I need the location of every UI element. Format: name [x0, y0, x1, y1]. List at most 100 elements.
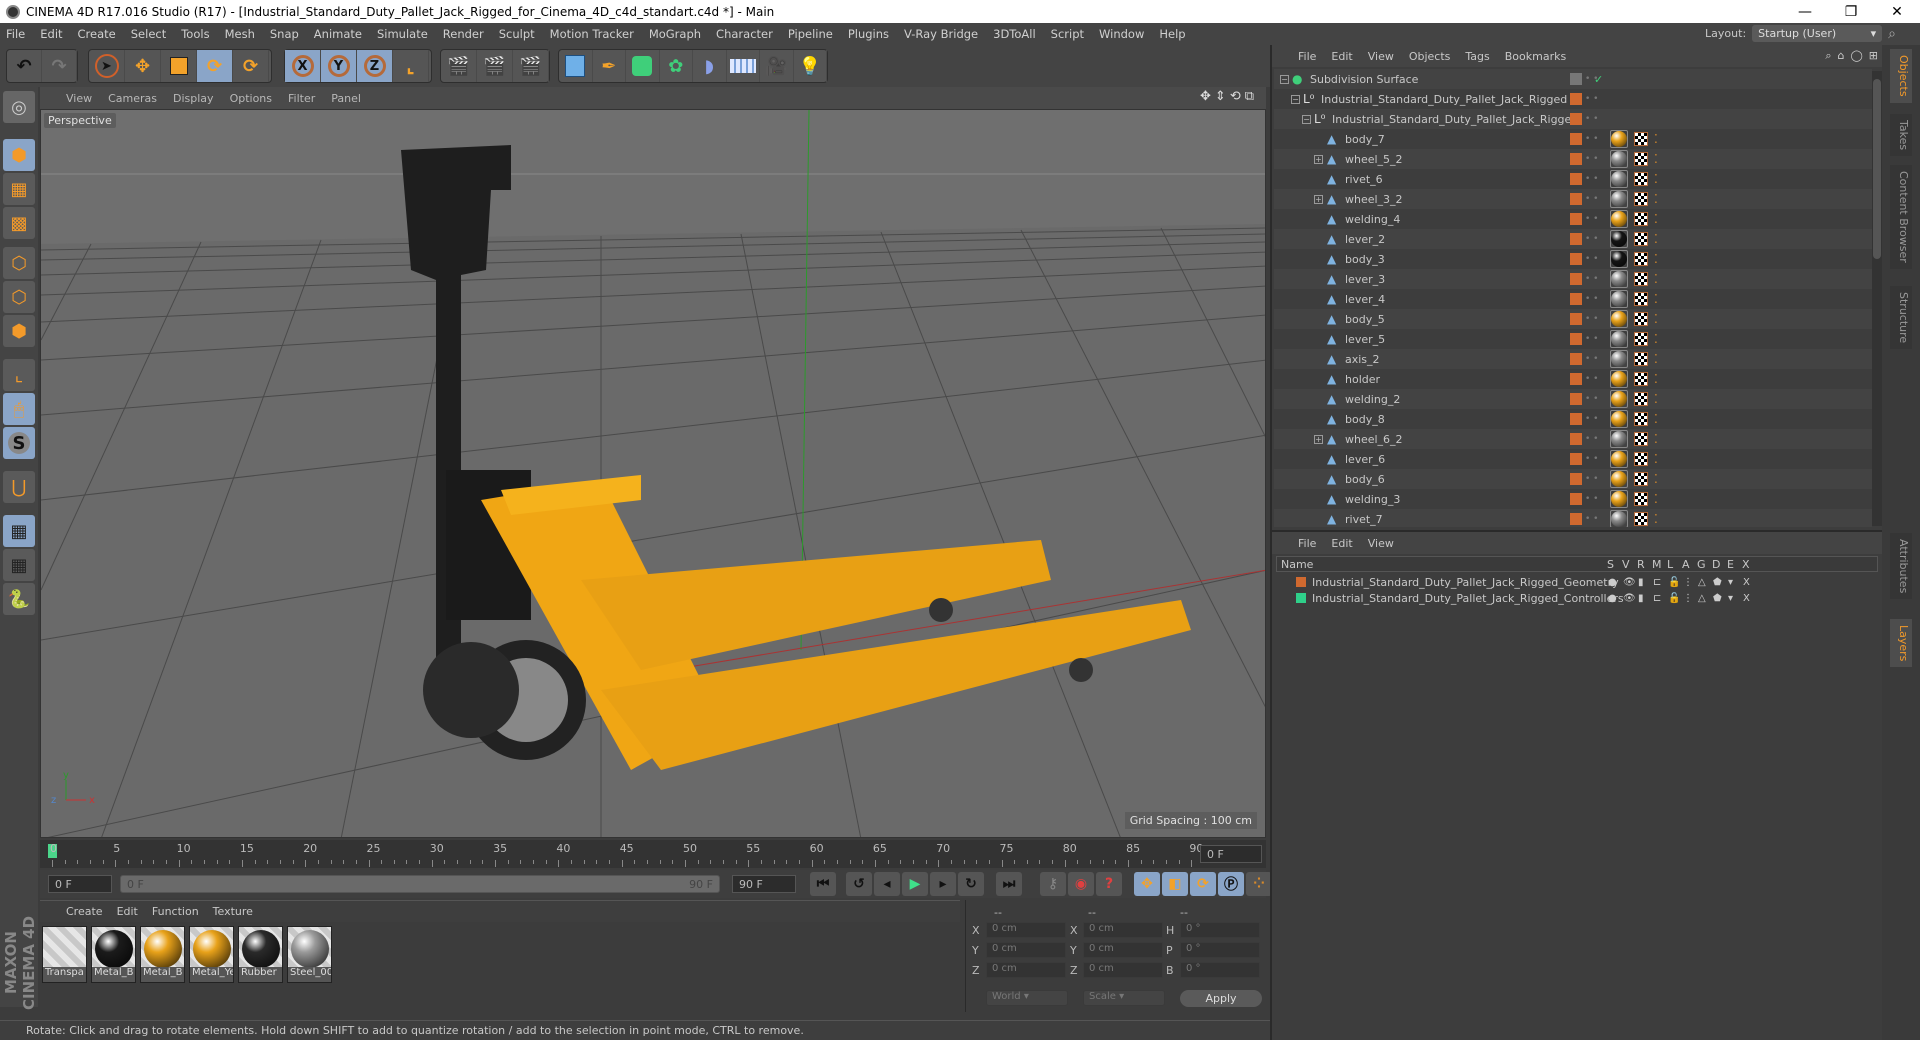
uvw-tag-icon[interactable] [1634, 272, 1648, 286]
layer-column-e[interactable]: E [1727, 558, 1734, 571]
object-name[interactable]: Subdivision Surface [1310, 73, 1418, 86]
layer-menu-view[interactable]: View [1368, 537, 1394, 550]
redo-button[interactable]: ↷ [42, 50, 77, 82]
layer-column-m[interactable]: M [1652, 558, 1662, 571]
layer-color-swatch[interactable] [1570, 193, 1582, 205]
phong-tag-icon[interactable]: ⁚ [1654, 252, 1658, 266]
phong-tag-icon[interactable]: ⁚ [1654, 332, 1658, 346]
menu-sculpt[interactable]: Sculpt [499, 27, 535, 41]
object-name[interactable]: lever_4 [1345, 293, 1385, 306]
live-selection-button[interactable]: ➤ [89, 50, 125, 82]
menu-pipeline[interactable]: Pipeline [788, 27, 833, 41]
snap-button[interactable]: ⋃ [3, 471, 35, 503]
cube-button[interactable] [559, 50, 593, 82]
prev-frame-button[interactable]: ◂ [874, 872, 900, 896]
object-name[interactable]: wheel_3_2 [1345, 193, 1403, 206]
restore-button[interactable]: ❐ [1828, 0, 1874, 23]
layer-flag-icon[interactable]: ⬟ [1713, 593, 1722, 604]
layer-color-swatch[interactable] [1570, 93, 1582, 105]
visibility-dots-icon[interactable]: • • [1585, 335, 1598, 344]
points-mode-button[interactable]: ⬡ [3, 247, 35, 279]
visibility-dots-icon[interactable]: • • [1585, 455, 1598, 464]
viewport-menu-options[interactable]: Options [230, 92, 272, 105]
perspective-viewport[interactable]: y x z Perspective Grid Spacing : 100 cm [40, 109, 1266, 838]
visibility-dots-icon[interactable]: • • [1585, 215, 1598, 224]
menu-script[interactable]: Script [1051, 27, 1084, 41]
uvw-tag-icon[interactable] [1634, 192, 1648, 206]
object-name[interactable]: body_3 [1345, 253, 1385, 266]
coord-size-field[interactable]: 0 cm [1083, 962, 1163, 978]
material-tag[interactable] [1610, 290, 1628, 308]
layer-color-swatch[interactable] [1570, 173, 1582, 185]
layer-column-d[interactable]: D [1712, 558, 1720, 571]
layer-color-swatch[interactable] [1570, 313, 1582, 325]
material-tag[interactable] [1610, 490, 1628, 508]
apply-button[interactable]: Apply [1180, 990, 1262, 1007]
frame-range-slider[interactable]: 0 F 90 F [120, 875, 720, 893]
uvw-tag-icon[interactable] [1634, 392, 1648, 406]
object-name[interactable]: body_5 [1345, 313, 1385, 326]
layer-color-swatch[interactable] [1296, 593, 1306, 603]
material-tag[interactable] [1610, 150, 1628, 168]
menu-tools[interactable]: Tools [181, 27, 209, 41]
visibility-dots-icon[interactable]: • • [1585, 515, 1598, 524]
object-name[interactable]: axis_2 [1345, 353, 1380, 366]
coord-position-field[interactable]: 0 cm [986, 922, 1066, 938]
visibility-dots-icon[interactable]: • • [1585, 115, 1598, 124]
visibility-dots-icon[interactable]: • • [1585, 375, 1598, 384]
camera-button[interactable]: 🎥 [760, 50, 794, 82]
layer-none-icon[interactable] [1570, 73, 1582, 85]
coord-mode-dropdown[interactable]: World ▾ [986, 990, 1068, 1006]
uvw-tag-icon[interactable] [1634, 252, 1648, 266]
layer-column-name[interactable]: Name [1281, 558, 1313, 571]
object-menu-edit[interactable]: Edit [1331, 50, 1352, 63]
layer-color-swatch[interactable] [1570, 293, 1582, 305]
expand-icon[interactable]: + [1314, 154, 1323, 164]
viewport-menu-filter[interactable]: Filter [288, 92, 315, 105]
object-row[interactable]: ▲ lever_2 • • ⁚ [1274, 229, 1872, 249]
phong-tag-icon[interactable]: ⁚ [1654, 412, 1658, 426]
go-to-end-button[interactable]: ⏭ [996, 872, 1022, 896]
object-row[interactable]: ▲ body_5 • • ⁚ [1274, 309, 1872, 329]
layer-flag-icon[interactable]: △ [1698, 577, 1706, 588]
object-name[interactable]: wheel_6_2 [1345, 433, 1403, 446]
object-row[interactable]: ▲ rivet_7 • • ⁚ [1274, 509, 1872, 527]
coord-scale-dropdown[interactable]: Scale ▾ [1083, 990, 1165, 1006]
layer-flag-icon[interactable]: ⊏ [1653, 577, 1661, 588]
collapse-icon[interactable]: − [1291, 94, 1300, 104]
workplane-mode-button[interactable]: ▩ [3, 207, 35, 239]
object-row[interactable]: ▲ body_3 • • ⁚ [1274, 249, 1872, 269]
visibility-dots-icon[interactable]: • • [1585, 255, 1598, 264]
layout-dropdown[interactable]: Startup (User) ▾ [1752, 25, 1883, 42]
coord-position-field[interactable]: 0 cm [986, 942, 1066, 958]
rotate-tool-button[interactable]: ⟳ [197, 50, 233, 82]
subdivision-surface-button[interactable] [626, 50, 660, 82]
floor-button[interactable] [727, 50, 760, 82]
timeline-ruler[interactable]: 0 5 10 15 20 25 30 35 40 45 50 55 60 65 70 75 80 85 90 0 F [40, 840, 1266, 868]
material-tag[interactable] [1610, 230, 1628, 248]
phong-tag-icon[interactable]: ⁚ [1654, 432, 1658, 446]
object-name[interactable]: welding_3 [1345, 493, 1400, 506]
menu-edit[interactable]: Edit [40, 27, 62, 41]
collapse-icon[interactable]: − [1280, 74, 1289, 84]
python-button[interactable]: 🐍 [3, 583, 35, 615]
collapse-icon[interactable]: − [1302, 114, 1311, 124]
object-name[interactable]: welding_2 [1345, 393, 1400, 406]
tweak-mode-button[interactable]: 🖱 [3, 393, 35, 425]
coord-size-field[interactable]: 0 cm [1083, 942, 1163, 958]
polygons-mode-button[interactable]: ⬢ [3, 315, 35, 347]
layer-flag-icon[interactable]: ● [1608, 593, 1617, 604]
layer-row[interactable]: Industrial_Standard_Duty_Pallet_Jack_Rig… [1278, 574, 1878, 590]
phong-tag-icon[interactable]: ⁚ [1654, 392, 1658, 406]
layer-color-swatch[interactable] [1570, 373, 1582, 385]
object-name[interactable]: body_6 [1345, 473, 1385, 486]
zoom-icon[interactable]: ⇕ [1215, 89, 1226, 104]
layer-column-s[interactable]: S [1607, 558, 1614, 571]
key-rotation-button[interactable]: ⟳ [1190, 872, 1216, 896]
object-menu-view[interactable]: View [1368, 50, 1394, 63]
layer-column-g[interactable]: G [1697, 558, 1706, 571]
menu-select[interactable]: Select [131, 27, 166, 41]
object-name[interactable]: welding_4 [1345, 213, 1400, 226]
render-settings-button[interactable]: 🎬 [513, 50, 549, 82]
visibility-dots-icon[interactable]: • • [1585, 175, 1598, 184]
